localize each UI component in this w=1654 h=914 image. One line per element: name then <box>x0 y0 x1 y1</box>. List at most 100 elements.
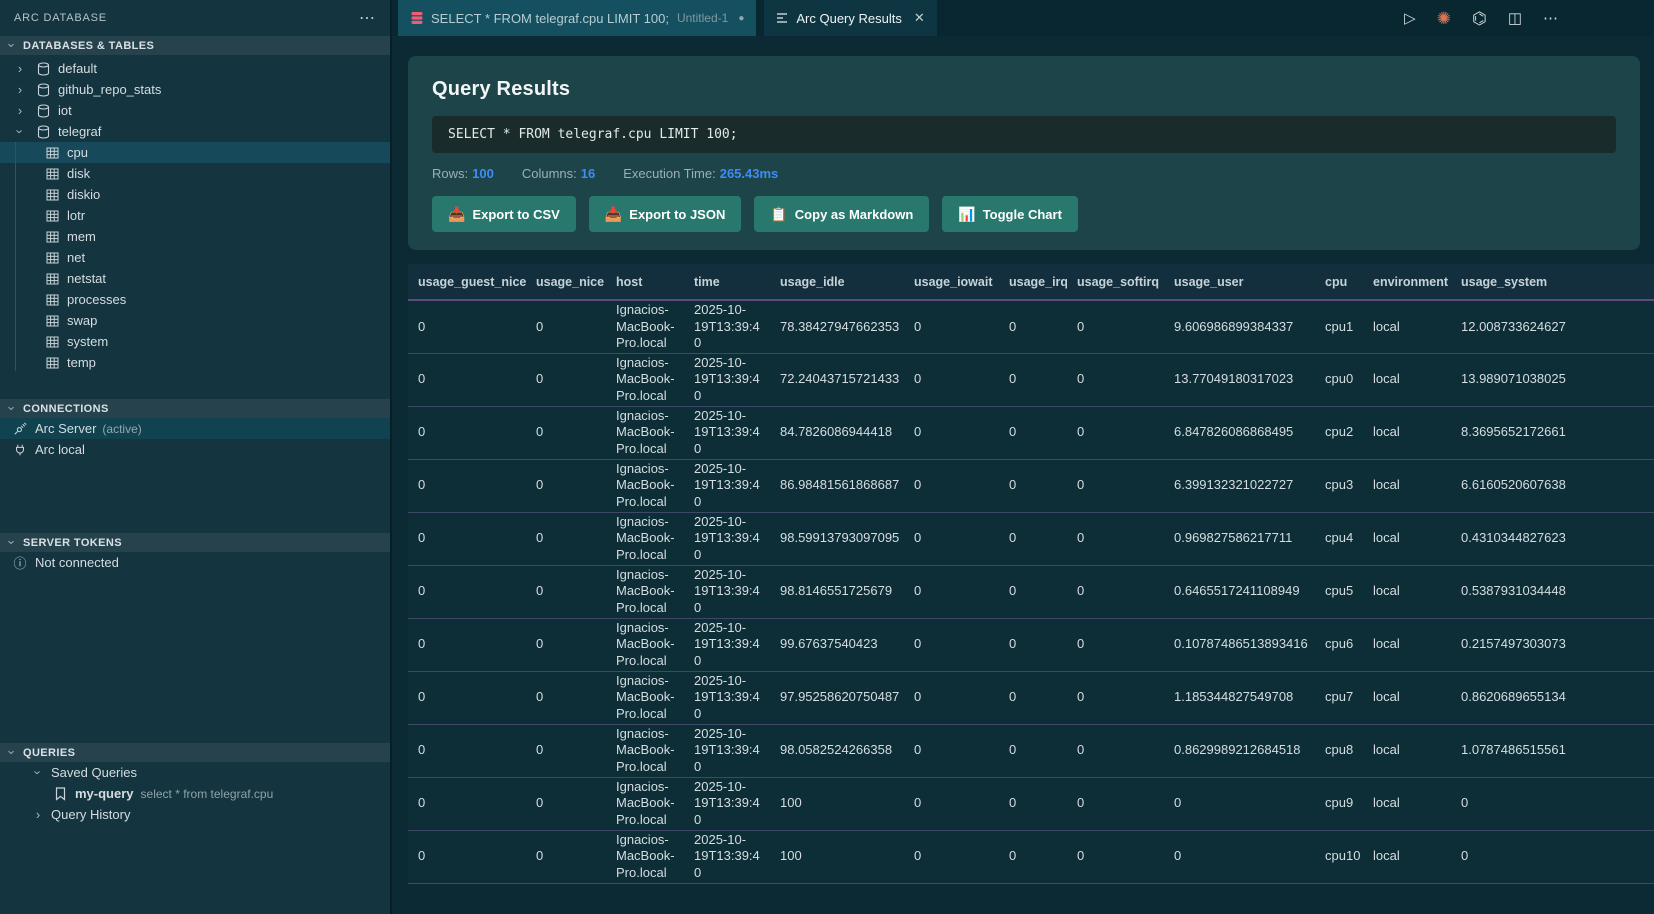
section-databases-tables[interactable]: › DATABASES & TABLES <box>0 36 390 55</box>
sidebar-item-table-system[interactable]: system <box>0 331 390 352</box>
cell-usage_nice: 0 <box>526 353 606 406</box>
claude-starburst-icon[interactable]: ✺ <box>1437 10 1451 27</box>
copy-markdown-button[interactable]: 📋 Copy as Markdown <box>754 196 929 232</box>
sidebar: ARC DATABASE ⋯ › DATABASES & TABLES ›def… <box>0 0 392 914</box>
cell-host: Ignacios-MacBook-Pro.local <box>606 300 684 353</box>
cell-usage_idle: 86.98481561868687 <box>770 459 904 512</box>
chevron-down-icon: › <box>6 747 19 759</box>
table-row: 00Ignacios-MacBook-Pro.local2025-10-19T1… <box>408 777 1654 830</box>
cell-usage_softirq: 0 <box>1067 830 1164 883</box>
query-history-item[interactable]: › Query History <box>0 804 390 825</box>
sidebar-item-table-diskio[interactable]: diskio <box>0 184 390 205</box>
cell-usage_nice: 0 <box>526 724 606 777</box>
sidebar-item-table-disk[interactable]: disk <box>0 163 390 184</box>
sidebar-item-table-processes[interactable]: processes <box>0 289 390 310</box>
table-grid-icon <box>44 313 60 329</box>
table-grid-icon <box>44 229 60 245</box>
tab-sql-untitled-1[interactable]: SELECT * FROM telegraf.cpu LIMIT 100; Un… <box>398 0 756 36</box>
openai-icon[interactable]: ⌬ <box>1472 10 1487 27</box>
clipboard-icon: 📋 <box>770 206 787 223</box>
connection-item-arc-local[interactable]: Arc local <box>0 439 390 460</box>
sidebar-item-table-mem[interactable]: mem <box>0 226 390 247</box>
column-header-time: time <box>684 264 770 300</box>
section-connections[interactable]: › CONNECTIONS <box>0 399 390 418</box>
connection-item-arc-server[interactable]: Arc Server(active) <box>0 418 390 439</box>
table-grid-icon <box>44 166 60 182</box>
stat-rows: Rows:100 <box>432 166 494 181</box>
sidebar-more-icon[interactable]: ⋯ <box>359 8 376 28</box>
modified-dot-icon[interactable]: ● <box>738 13 744 24</box>
cell-host: Ignacios-MacBook-Pro.local <box>606 671 684 724</box>
cell-usage_idle: 98.0582524266358 <box>770 724 904 777</box>
sidebar-item-table-netstat[interactable]: netstat <box>0 268 390 289</box>
sidebar-item-database-default[interactable]: ›default <box>0 58 390 79</box>
cell-cpu: cpu4 <box>1315 512 1363 565</box>
cell-usage_idle: 97.95258620750487 <box>770 671 904 724</box>
cell-cpu: cpu5 <box>1315 565 1363 618</box>
stat-exec-time: Execution Time:265.43ms <box>623 166 778 181</box>
table-name: temp <box>67 355 96 370</box>
split-editor-icon[interactable]: ◫ <box>1508 11 1522 26</box>
cell-host: Ignacios-MacBook-Pro.local <box>606 618 684 671</box>
sidebar-item-table-swap[interactable]: swap <box>0 310 390 331</box>
cell-environment: local <box>1363 830 1451 883</box>
run-query-icon[interactable]: ▷ <box>1404 11 1416 26</box>
chevron-right-icon: › <box>32 808 44 821</box>
saved-query-my-query[interactable]: my-query select * from telegraf.cpu <box>0 783 390 804</box>
chevron-right-icon: › <box>14 83 26 96</box>
indent-guide <box>15 142 16 371</box>
chevron-down-icon: › <box>6 537 19 549</box>
more-actions-icon[interactable]: ⋯ <box>1543 11 1558 26</box>
table-grid-icon <box>44 292 60 308</box>
cell-usage_guest_nice: 0 <box>408 353 526 406</box>
sidebar-item-table-net[interactable]: net <box>0 247 390 268</box>
cell-usage_softirq: 0 <box>1067 300 1164 353</box>
table-row: 00Ignacios-MacBook-Pro.local2025-10-19T1… <box>408 618 1654 671</box>
export-json-button[interactable]: 📥 Export to JSON <box>589 196 742 232</box>
close-icon[interactable]: ✕ <box>914 10 925 26</box>
cell-usage_idle: 84.7826086944418 <box>770 406 904 459</box>
table-row: 00Ignacios-MacBook-Pro.local2025-10-19T1… <box>408 300 1654 353</box>
database-list: ›default›github_repo_stats›iot›telegrafc… <box>0 55 390 373</box>
toggle-chart-button[interactable]: 📊 Toggle Chart <box>942 196 1078 232</box>
sidebar-item-table-temp[interactable]: temp <box>0 352 390 373</box>
results-table: usage_guest_niceusage_nicehosttimeusage_… <box>408 264 1654 884</box>
cell-usage_nice: 0 <box>526 512 606 565</box>
inbox-tray-icon: 📥 <box>448 206 465 223</box>
table-name: disk <box>67 166 90 181</box>
cell-usage_nice: 0 <box>526 565 606 618</box>
sidebar-item-database-iot[interactable]: ›iot <box>0 100 390 121</box>
query-description: select * from telegraf.cpu <box>141 787 274 801</box>
cell-usage_iowait: 0 <box>904 724 999 777</box>
cell-usage_system: 0.8620689655134 <box>1451 671 1654 724</box>
cell-usage_system: 0.2157497303073 <box>1451 618 1654 671</box>
query-results-card: Query Results SELECT * FROM telegraf.cpu… <box>408 56 1640 250</box>
section-queries[interactable]: › QUERIES <box>0 743 390 762</box>
database-cylinder-icon <box>35 61 51 77</box>
sidebar-item-table-cpu[interactable]: cpu <box>0 142 390 163</box>
sidebar-item-database-telegraf[interactable]: ›telegraf <box>0 121 390 142</box>
cell-usage_iowait: 0 <box>904 777 999 830</box>
cell-time: 2025-10-19T13:39:40 <box>684 724 770 777</box>
sidebar-item-table-lotr[interactable]: lotr <box>0 205 390 226</box>
chevron-down-icon: › <box>32 767 45 779</box>
saved-queries-item[interactable]: › Saved Queries <box>0 762 390 783</box>
sidebar-item-database-github_repo_stats[interactable]: ›github_repo_stats <box>0 79 390 100</box>
cell-usage_irq: 0 <box>999 618 1067 671</box>
export-csv-button[interactable]: 📥 Export to CSV <box>432 196 576 232</box>
section-label: SERVER TOKENS <box>23 537 122 549</box>
connection-name: Arc Server <box>35 421 96 436</box>
cell-usage_softirq: 0 <box>1067 459 1164 512</box>
editor-area: SELECT * FROM telegraf.cpu LIMIT 100; Un… <box>392 0 1654 914</box>
cell-host: Ignacios-MacBook-Pro.local <box>606 459 684 512</box>
info-icon: ⓘ <box>12 555 28 571</box>
column-header-usage_irq: usage_irq <box>999 264 1067 300</box>
cell-cpu: cpu10 <box>1315 830 1363 883</box>
tab-arc-query-results[interactable]: Arc Query Results ✕ <box>764 0 936 36</box>
sql-query-box: SELECT * FROM telegraf.cpu LIMIT 100; <box>432 116 1616 153</box>
cell-usage_guest_nice: 0 <box>408 459 526 512</box>
section-server-tokens[interactable]: › SERVER TOKENS <box>0 533 390 552</box>
cell-usage_guest_nice: 0 <box>408 406 526 459</box>
cell-usage_iowait: 0 <box>904 830 999 883</box>
cell-usage_system: 0 <box>1451 830 1654 883</box>
